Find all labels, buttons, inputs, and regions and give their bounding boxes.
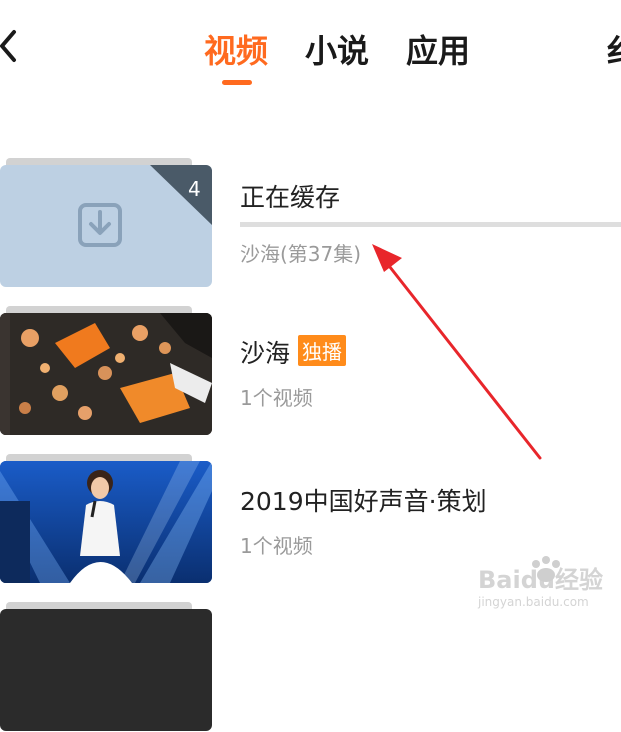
back-button[interactable] — [0, 24, 36, 68]
active-tab-indicator — [222, 80, 252, 85]
tab-app[interactable]: 应用 — [406, 26, 470, 72]
list-item-shahai[interactable] — [0, 306, 621, 436]
paw-icon — [532, 556, 560, 582]
voice-subtitle: 1个视频 — [240, 534, 313, 558]
tab-video[interactable]: 视频 — [204, 26, 268, 72]
partial-thumbnail — [0, 609, 212, 731]
chevron-left-icon — [0, 30, 16, 62]
shahai-title: 沙海 — [240, 339, 291, 368]
voice-title: 2019中国好声音·策划 — [240, 487, 487, 516]
caching-subtitle: 沙海(第37集) — [240, 242, 362, 266]
tab-overflow[interactable]: 纟 — [606, 26, 621, 72]
shahai-title-line: 沙海 独播 — [240, 334, 347, 370]
caching-count-badge: 4 — [188, 177, 201, 201]
shahai-subtitle: 1个视频 — [240, 386, 313, 410]
list-item-partial[interactable] — [0, 602, 621, 732]
watermark-url: jingyan.baidu.com — [478, 595, 589, 609]
caching-title: 正在缓存 — [240, 183, 341, 212]
shahai-thumbnail — [0, 313, 212, 435]
tab-novel[interactable]: 小说 — [305, 26, 369, 72]
voice-thumbnail — [0, 461, 212, 583]
caching-progress-bar — [240, 222, 621, 227]
download-icon — [78, 203, 122, 247]
caching-thumbnail: 4 — [0, 165, 212, 287]
baidu-watermark: Baidu经验 jingyan.baidu.com — [478, 556, 603, 609]
exclusive-badge: 独播 — [298, 335, 347, 366]
